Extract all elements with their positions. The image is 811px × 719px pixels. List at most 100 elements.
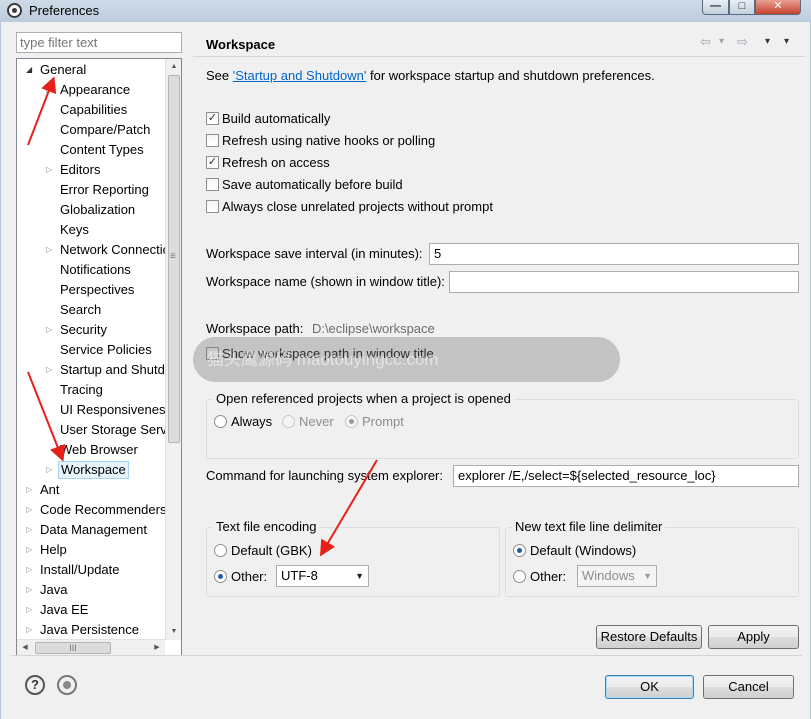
tree-expand-icon[interactable]: ▷ (26, 581, 36, 599)
apply-button[interactable]: Apply (708, 625, 799, 649)
checkbox-box[interactable]: ✓ (206, 156, 219, 169)
back-menu-chevron-icon[interactable]: ▾ (719, 36, 724, 47)
scroll-right-arrow-icon[interactable]: ▶ (149, 640, 165, 655)
see-suffix: for workspace startup and shutdown prefe… (366, 68, 655, 83)
radio-label: Never (299, 414, 334, 429)
radio-label: Prompt (362, 414, 404, 429)
cancel-button[interactable]: Cancel (703, 675, 794, 699)
tree-expanded-icon[interactable]: ◢ (26, 61, 36, 79)
explorer-command-input[interactable]: explorer /E,/select=${selected_resource_… (453, 465, 799, 487)
tree-item-label: Service Policies (60, 342, 152, 357)
tree-item-label: Content Types (60, 142, 144, 157)
tree-item-label: Web Browser (60, 442, 138, 457)
tree-item-label: Tracing (60, 382, 103, 397)
text-file-encoding-group: Text file encoding Default (GBK) Other: … (206, 519, 500, 597)
tree-vertical-scrollbar[interactable]: ▲ ▼ (165, 59, 181, 640)
radio-button[interactable] (513, 544, 526, 557)
tree-item-label: Java Persistence (40, 622, 139, 637)
tree-expand-icon[interactable]: ▷ (26, 601, 36, 619)
radio-button[interactable] (214, 415, 227, 428)
radio-label: Other: (530, 569, 567, 584)
tree-expand-icon[interactable]: ▷ (46, 161, 56, 179)
checkbox-box[interactable] (206, 178, 219, 191)
tree-expand-icon[interactable]: ▷ (26, 481, 36, 499)
scroll-down-arrow-icon[interactable]: ▼ (166, 624, 181, 640)
checkbox-label: Refresh on access (222, 155, 330, 170)
close-button[interactable]: ✕ (755, 0, 801, 15)
pane-sash[interactable] (188, 22, 192, 672)
tree-item-label: Security (60, 322, 107, 337)
workspace-name-label: Workspace name (shown in window title): (206, 274, 445, 289)
tree-expand-icon[interactable]: ▷ (26, 621, 36, 639)
chevron-down-icon: ▼ (643, 571, 652, 581)
help-icon[interactable]: ? (25, 675, 45, 695)
title-bar: Preferences — □ ✕ (0, 0, 811, 22)
tree-item-label: Keys (60, 222, 89, 237)
workspace-path-row: Workspace path: D:\eclipse\workspace (206, 320, 435, 338)
view-menu-chevron-icon[interactable]: ▾ (784, 36, 789, 47)
radio-button[interactable] (214, 544, 227, 557)
checkbox-label: Always close unrelated projects without … (222, 199, 493, 214)
tree-item-label: Editors (60, 162, 101, 177)
tree-item-label: Notifications (60, 262, 131, 277)
maximize-button[interactable]: □ (729, 0, 755, 15)
tree-item-label: Workspace (58, 461, 129, 479)
tree-item-label: Java (40, 582, 68, 597)
tree-item-label: Search (60, 302, 102, 317)
encoding-select[interactable]: UTF-8 ▼ (276, 565, 369, 587)
workspace-path-label: Workspace path: (206, 321, 304, 336)
tree-expand-icon[interactable]: ▷ (26, 501, 36, 519)
checkbox-box[interactable] (206, 200, 219, 213)
tree-expand-icon[interactable]: ▷ (46, 241, 56, 259)
delimiter-select[interactable]: Windows ▼ (577, 565, 657, 587)
scroll-left-arrow-icon[interactable]: ◀ (17, 640, 33, 655)
scroll-thumb-horizontal[interactable]: III (35, 642, 111, 654)
tree-item-label: Perspectives (60, 282, 135, 297)
preference-tree: ◢ General ▷ Appearance Capabilities Compare/P… (16, 58, 182, 656)
tree-item-label: Install/Update (40, 562, 120, 577)
tree-expand-icon[interactable]: ▷ (26, 541, 36, 559)
explorer-command-label: Command for launching system explorer: (206, 468, 443, 483)
tree-expand-icon[interactable]: ▷ (46, 81, 56, 99)
back-arrow-icon[interactable]: ⇦ (700, 34, 711, 50)
record-icon[interactable] (57, 675, 77, 695)
tree-item-label: Data Management (40, 522, 147, 537)
tree-expand-icon[interactable]: ▷ (46, 321, 56, 339)
tree-item-label: Help (40, 542, 67, 557)
radio-button[interactable] (345, 415, 358, 428)
checkbox-box[interactable] (206, 134, 219, 147)
scroll-up-arrow-icon[interactable]: ▲ (166, 59, 181, 75)
tree-item-label: Globalization (60, 202, 136, 217)
tree-item-label: Error Reporting (60, 182, 149, 197)
tree-expand-icon[interactable]: ▷ (26, 521, 36, 539)
startup-shutdown-link[interactable]: 'Startup and Shutdown' (233, 68, 367, 83)
workspace-path-value: D:\eclipse\workspace (311, 321, 435, 336)
forward-menu-chevron-icon[interactable]: ▾ (765, 36, 770, 47)
tree-expand-icon[interactable]: ▷ (46, 361, 56, 379)
scroll-thumb[interactable] (168, 75, 180, 443)
tree-item-label: Java EE (40, 602, 89, 617)
tree-item-label: Ant (40, 482, 60, 497)
radio-label: Default (Windows) (530, 543, 637, 558)
tree-expand-icon[interactable]: ▷ (26, 561, 36, 579)
group-title: Open referenced projects when a project … (213, 391, 514, 407)
startup-shutdown-note: See 'Startup and Shutdown' for workspace… (206, 68, 655, 83)
group-title: New text file line delimiter (512, 519, 666, 535)
page-title: Workspace (206, 37, 276, 52)
tree-item-label: General (40, 62, 87, 77)
checkbox-box[interactable]: ✓ (206, 112, 219, 125)
tree-item-label: Startup and Shutd (60, 362, 165, 377)
restore-defaults-button[interactable]: Restore Defaults (596, 625, 702, 649)
workspace-name-input[interactable] (449, 271, 799, 293)
radio-button[interactable] (282, 415, 295, 428)
minimize-button[interactable]: — (702, 0, 729, 15)
save-interval-input[interactable]: 5 (429, 243, 799, 265)
filter-input[interactable] (16, 32, 182, 53)
ok-button[interactable]: OK (605, 675, 694, 699)
radio-button[interactable] (214, 570, 227, 583)
watermark: 猫头鹰源码 maotouyingcc.com (193, 337, 620, 382)
tree-horizontal-scrollbar[interactable]: ◀ III ▶ (17, 639, 165, 655)
radio-button[interactable] (513, 570, 526, 583)
forward-arrow-icon[interactable]: ⇨ (737, 34, 748, 50)
tree-expand-icon[interactable]: ▷ (46, 461, 56, 479)
